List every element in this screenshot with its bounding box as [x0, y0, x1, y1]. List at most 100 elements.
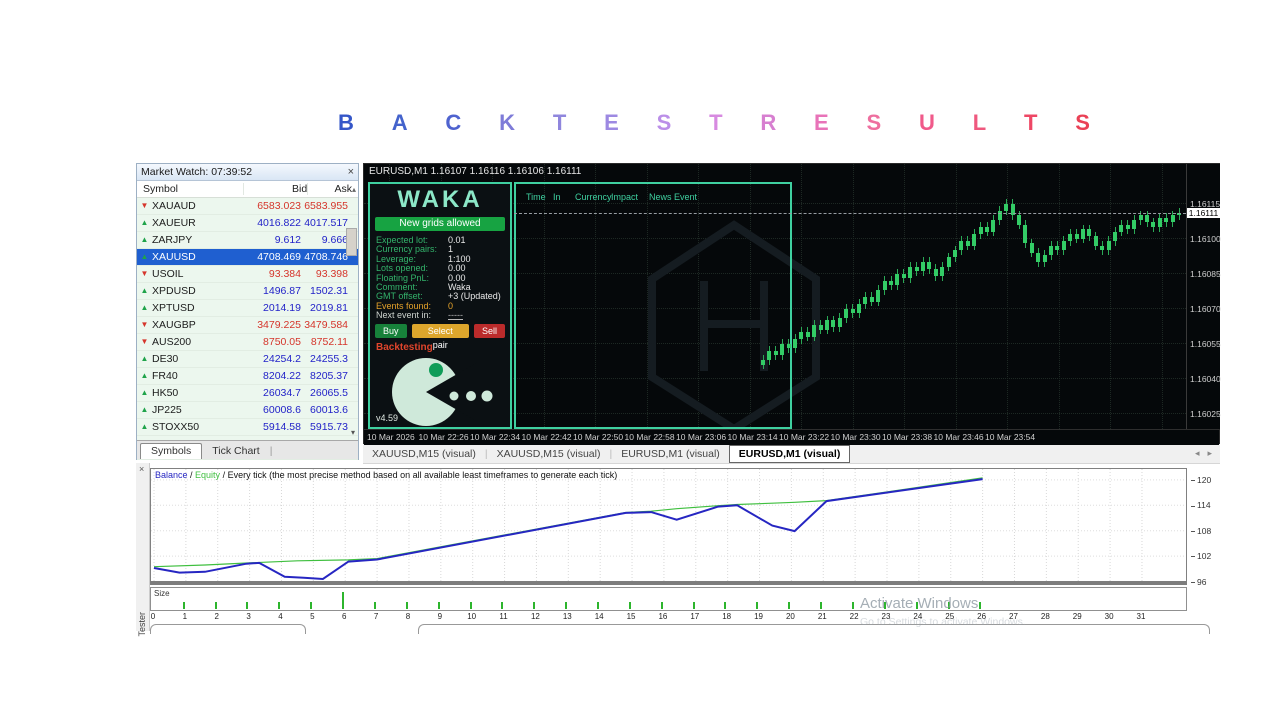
trade-size-bar: [501, 602, 503, 609]
tab-symbols[interactable]: Symbols: [140, 443, 202, 459]
chart-tabbar: XAUUSD,M15 (visual)|XAUUSD,M15 (visual)|…: [363, 444, 1220, 464]
tab-prev-icon[interactable]: ◂: [1195, 448, 1200, 459]
market-watch-title: Market Watch: 07:39:52: [141, 166, 252, 178]
market-watch-row[interactable]: ▼USOIL93.38493.398: [137, 266, 358, 283]
chart-tab-3[interactable]: EURUSD,M1 (visual): [729, 445, 851, 463]
title-letter: T: [553, 110, 566, 136]
scroll-up-icon[interactable]: ▴: [352, 185, 358, 194]
trade-size-bar: [183, 602, 185, 609]
market-watch-titlebar: Market Watch: 07:39:52 ×: [137, 164, 358, 181]
chart-plot-area[interactable]: WAKA New grids allowed Expected lot:0.01…: [364, 164, 1186, 429]
candle: [940, 267, 944, 276]
ask-value: 60013.6: [301, 404, 348, 416]
column-ask[interactable]: Ask: [307, 183, 352, 195]
ask-value: 5915.73: [301, 421, 348, 433]
down-arrow-icon: ▼: [137, 321, 152, 329]
price-tick-label: 1.16040: [1190, 374, 1221, 384]
page-title: BACKTESTRESULTS: [338, 106, 1090, 140]
market-watch-row[interactable]: ▼XAUGBP3479.2253479.584: [137, 317, 358, 334]
column-symbol[interactable]: Symbol: [137, 183, 243, 195]
market-watch-row[interactable]: ▲XPDUSD1496.871502.31: [137, 283, 358, 300]
title-letter: S: [1075, 110, 1090, 136]
market-watch-row[interactable]: ▼AUS2008750.058752.11: [137, 334, 358, 351]
tester-y-tick-label: 96: [1191, 577, 1206, 587]
scrollbar-thumb[interactable]: [346, 228, 357, 256]
tester-x-tick-label: 17: [690, 612, 699, 621]
time-tick-label: 10 Mar 23:06: [676, 432, 726, 442]
market-watch-panel: Market Watch: 07:39:52 × Symbol Bid Ask …: [136, 163, 359, 460]
tester-x-tick-label: 4: [278, 612, 282, 621]
price-tick-label: 1.16100: [1190, 234, 1221, 244]
chart-tab-1[interactable]: XAUUSD,M15 (visual): [488, 446, 610, 462]
column-bid[interactable]: Bid: [243, 183, 308, 195]
tester-x-tick-label: 6: [342, 612, 346, 621]
close-icon[interactable]: ×: [139, 464, 144, 474]
time-tick-label: 10 Mar 2026: [367, 432, 415, 442]
ask-value: 93.398: [301, 268, 348, 280]
market-watch-row[interactable]: ▲DE3024254.224255.3: [137, 351, 358, 368]
market-watch-row[interactable]: ▲ZARJPY9.6129.666: [137, 232, 358, 249]
candle: [1055, 246, 1059, 251]
market-watch-row[interactable]: ▲XAUUSD4708.4694708.746: [137, 249, 358, 266]
symbol-name: XAUEUR: [152, 217, 237, 229]
current-price-badge: 1.16111: [1187, 208, 1220, 218]
tester-side-strip: × Tester: [136, 463, 150, 631]
candle: [1017, 215, 1021, 224]
price-scale[interactable]: 1.161151.161001.160851.160701.160551.160…: [1186, 164, 1220, 429]
tab-tick-chart[interactable]: Tick Chart: [202, 444, 269, 459]
close-icon[interactable]: ×: [348, 167, 354, 177]
candle: [876, 290, 880, 302]
bid-value: 4708.469: [237, 251, 301, 263]
chart-tab-2[interactable]: EURUSD,M1 (visual): [612, 446, 729, 462]
candle: [761, 360, 765, 365]
bid-value: 6583.023: [237, 200, 301, 212]
symbol-name: FR40: [152, 370, 237, 382]
symbol-name: DE30: [152, 353, 237, 365]
trade-size-bar: [724, 602, 726, 609]
tester-strip-label[interactable]: Tester: [137, 612, 147, 637]
title-letter: A: [392, 110, 408, 136]
title-letter: E: [604, 110, 619, 136]
candle: [895, 274, 899, 286]
ask-value: 4017.517: [301, 217, 348, 229]
candle: [979, 227, 983, 234]
trade-size-bar: [565, 602, 567, 609]
tab-next-icon[interactable]: ▸: [1207, 448, 1212, 459]
ask-value: 26065.5: [301, 387, 348, 399]
tester-y-tick-label: 114: [1191, 500, 1211, 510]
tester-x-tick-label: 12: [531, 612, 540, 621]
title-letter: K: [499, 110, 515, 136]
title-letter: S: [657, 110, 672, 136]
time-tick-label: 10 Mar 22:58: [625, 432, 675, 442]
scroll-down-icon[interactable]: ▾: [351, 428, 355, 437]
chart-tab-0[interactable]: XAUUSD,M15 (visual): [363, 446, 485, 462]
market-watch-row[interactable]: ▲JP22560008.660013.6: [137, 402, 358, 419]
tester-x-tick-label: 5: [310, 612, 314, 621]
symbol-name: JP225: [152, 404, 237, 416]
market-watch-row[interactable]: ▼XAUAUD6583.0236583.955: [137, 198, 358, 215]
bid-value: 3479.225: [237, 319, 301, 331]
symbol-name: XAUUSD: [152, 251, 237, 263]
tester-graph[interactable]: Balance / Equity / Every tick (the most …: [150, 468, 1187, 582]
candle: [767, 351, 771, 360]
candle: [902, 274, 906, 279]
candle: [1119, 225, 1123, 232]
time-tick-label: 10 Mar 22:34: [470, 432, 520, 442]
tester-x-tick-label: 9: [438, 612, 442, 621]
tester-x-tick-label: 16: [658, 612, 667, 621]
time-axis[interactable]: 10 Mar 202610 Mar 22:2610 Mar 22:3410 Ma…: [364, 429, 1219, 445]
market-watch-row[interactable]: ▲STOXX505914.585915.73: [137, 419, 358, 436]
tester-x-tick-label: 15: [627, 612, 636, 621]
up-arrow-icon: ▲: [137, 355, 152, 363]
market-watch-row[interactable]: ▲XAUEUR4016.8224017.517: [137, 215, 358, 232]
market-watch-row[interactable]: ▲XPTUSD2014.192019.81: [137, 300, 358, 317]
tester-x-tick-label: 28: [1041, 612, 1050, 621]
tester-baseline: [150, 581, 1187, 585]
tester-x-tick-label: 3: [246, 612, 250, 621]
time-tick-label: 10 Mar 23:46: [934, 432, 984, 442]
market-watch-row[interactable]: ▲HK5026034.726065.5: [137, 385, 358, 402]
bid-value: 60008.6: [237, 404, 301, 416]
up-arrow-icon: ▲: [137, 287, 152, 295]
trade-size-bar: [406, 602, 408, 609]
market-watch-row[interactable]: ▲FR408204.228205.37: [137, 368, 358, 385]
